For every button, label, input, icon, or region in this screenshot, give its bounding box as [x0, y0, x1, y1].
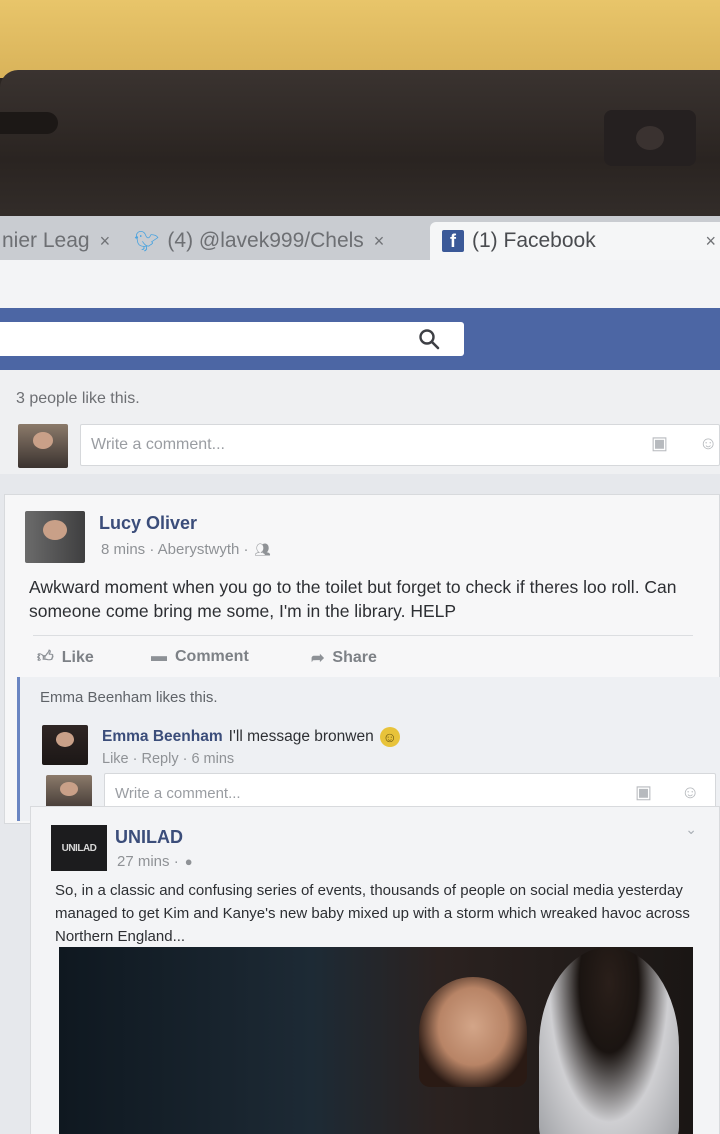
globe-icon: ●: [184, 854, 193, 869]
tab-label: (4) @lavek999/Chels: [167, 229, 364, 252]
close-icon[interactable]: ×: [100, 231, 111, 252]
unilad-logo[interactable]: UNILAD: [51, 825, 107, 871]
background-wall: [0, 0, 720, 78]
tab-premier-league[interactable]: nier Leag ×: [0, 222, 114, 260]
comment-button[interactable]: ▬ Comment: [151, 648, 249, 666]
share-arrow-icon: ➦: [311, 650, 325, 667]
webcam: [604, 110, 696, 166]
emoji-icon[interactable]: ☺: [681, 782, 699, 803]
comment: Emma Beenham I'll message bronwen ☺: [102, 727, 400, 747]
facebook-icon: f: [442, 230, 464, 252]
photo-person: [419, 977, 527, 1087]
twitter-bird-icon: 🐦︎: [134, 230, 160, 253]
tab-bar: nier Leag × 🐦︎ (4) @lavek999/Chels × f (…: [0, 216, 720, 260]
share-label: Share: [332, 649, 377, 666]
search-input[interactable]: [0, 322, 464, 356]
comments-section: Emma Beenham likes this. Emma Beenham I'…: [17, 677, 720, 821]
facebook-header: [0, 308, 720, 370]
tab-twitter[interactable]: 🐦︎ (4) @lavek999/Chels ×: [128, 222, 424, 260]
avatar: [18, 424, 68, 468]
post-lucy-oliver: Lucy Oliver 8 mins · Aberystwyth · 👥︎ Aw…: [4, 494, 720, 824]
post-author[interactable]: Lucy Oliver: [99, 513, 197, 534]
post-meta: 27 mins · ●: [117, 853, 193, 870]
photo-person: [539, 947, 679, 1134]
post-actions: 👍︎ Like ▬ Comment ➦ Share: [33, 635, 693, 675]
post-photo[interactable]: [59, 947, 693, 1134]
news-feed: 3 people like this. Write a comment... ▣…: [0, 370, 720, 1134]
comment-like-link[interactable]: Like: [102, 751, 129, 767]
comment-text: I'll message bronwen: [228, 728, 374, 745]
comment-placeholder: Write a comment...: [91, 436, 225, 453]
previous-post-footer: 3 people like this. Write a comment... ▣…: [0, 370, 720, 474]
comment-icon: ▬: [151, 648, 167, 665]
comment-time[interactable]: 6 mins: [191, 751, 234, 767]
post-author[interactable]: UNILAD: [115, 827, 183, 848]
post-text: Awkward moment when you go to the toilet…: [29, 577, 677, 621]
search-icon[interactable]: [418, 328, 440, 350]
browser-screen: nier Leag × 🐦︎ (4) @lavek999/Chels × f (…: [0, 216, 720, 1134]
share-button[interactable]: ➦ Share: [311, 648, 377, 668]
tab-label: (1) Facebook: [472, 229, 596, 252]
comment-author[interactable]: Emma Beenham: [102, 728, 223, 746]
like-label: Like: [61, 648, 94, 666]
smiley-emoji-icon: ☺: [379, 727, 400, 747]
emoji-icon[interactable]: ☺: [699, 433, 717, 454]
close-icon[interactable]: ×: [374, 231, 385, 252]
comment-reply-link[interactable]: Reply: [142, 751, 179, 767]
logo-text: UNILAD: [61, 842, 97, 854]
tab-facebook[interactable]: f (1) Facebook ×: [430, 222, 720, 260]
likes-summary[interactable]: Emma Beenham likes this.: [40, 689, 218, 706]
post-meta-text[interactable]: 27 mins ·: [117, 853, 179, 870]
comment-meta: Like · Reply · 6 mins: [102, 751, 235, 767]
close-icon[interactable]: ×: [705, 231, 716, 252]
author-avatar[interactable]: [25, 511, 85, 563]
laptop-bezel-slot: [0, 112, 58, 134]
friends-icon: 👥︎: [254, 541, 272, 557]
post-text: So, in a classic and confusing series of…: [55, 882, 690, 945]
camera-icon[interactable]: ▣: [651, 433, 668, 454]
commenter-avatar[interactable]: [42, 725, 88, 765]
address-bar[interactable]: [0, 260, 720, 310]
camera-icon[interactable]: ▣: [635, 782, 652, 803]
comment-input[interactable]: Write a comment... ▣ ☺: [80, 424, 720, 466]
comment-label: Comment: [175, 648, 249, 665]
tab-label: nier Leag: [2, 229, 90, 252]
thumbs-up-icon: 👍︎: [37, 649, 54, 666]
chevron-down-icon[interactable]: ⌄: [685, 821, 697, 838]
post-unilad: UNILAD UNILAD 27 mins · ● ⌄ So, in a cla…: [30, 806, 720, 1134]
comment-placeholder: Write a comment...: [115, 785, 241, 802]
like-button[interactable]: 👍︎ Like: [37, 648, 94, 667]
likes-summary[interactable]: 3 people like this.: [16, 390, 140, 408]
post-meta: 8 mins · Aberystwyth · 👥︎: [101, 541, 271, 558]
post-meta-text[interactable]: 8 mins · Aberystwyth ·: [101, 541, 249, 558]
